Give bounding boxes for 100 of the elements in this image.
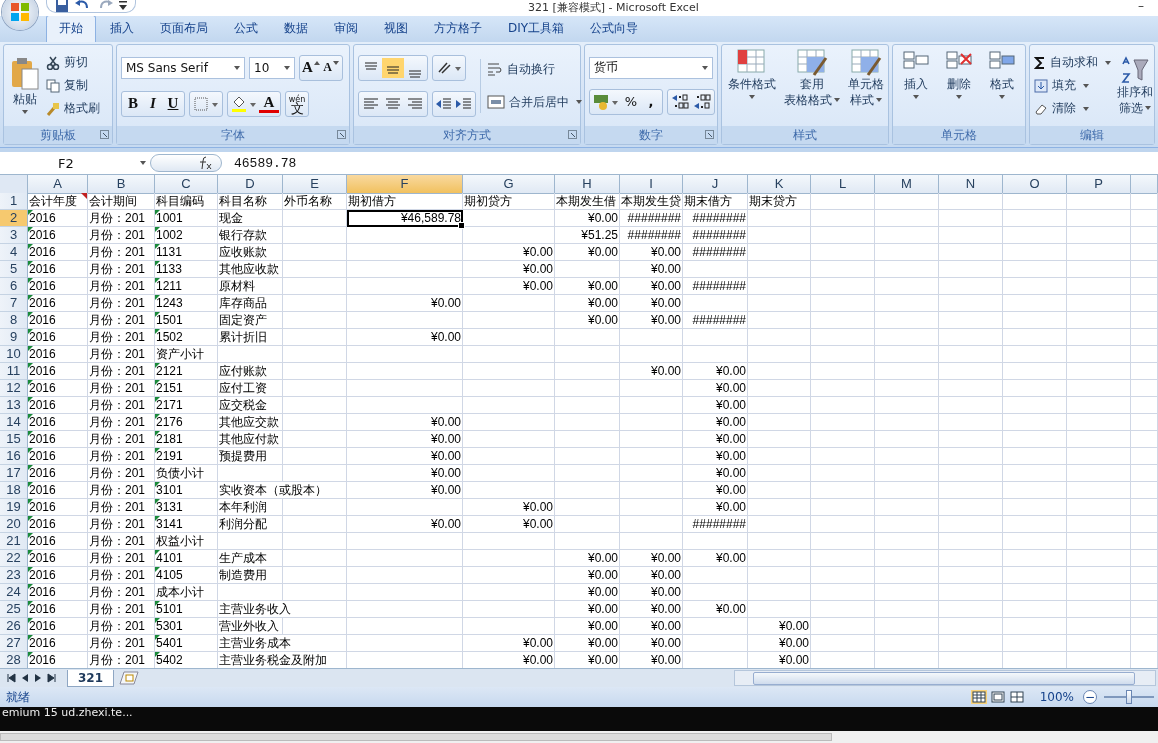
row-header[interactable]: 21 — [0, 533, 28, 550]
column-header[interactable]: C — [155, 175, 218, 194]
ribbon-tab[interactable]: 方方格子 — [422, 16, 494, 42]
row-header[interactable]: 16 — [0, 448, 28, 465]
row-header[interactable]: 6 — [0, 278, 28, 295]
dialog-launcher-icon[interactable] — [568, 130, 577, 139]
column-header[interactable]: L — [811, 175, 875, 194]
row-header[interactable]: 19 — [0, 499, 28, 516]
row-header[interactable]: 17 — [0, 465, 28, 482]
column-header[interactable]: H — [555, 175, 620, 194]
row-header[interactable]: 4 — [0, 244, 28, 261]
column-header[interactable]: K — [748, 175, 811, 194]
name-box[interactable]: F2 — [0, 155, 150, 171]
column-header[interactable]: I — [620, 175, 683, 194]
view-mode-icon[interactable] — [970, 690, 987, 704]
column-header[interactable]: J — [683, 175, 748, 194]
ribbon-tab[interactable]: 页面布局 — [148, 16, 220, 42]
cells-button[interactable]: 删除 — [941, 48, 977, 99]
insert-sheet-icon[interactable] — [118, 671, 141, 685]
row-header[interactable]: 20 — [0, 516, 28, 533]
merge-center-button[interactable]: 合并后居中 — [487, 91, 582, 113]
column-header[interactable]: B — [88, 175, 155, 194]
underline-button[interactable]: U — [163, 92, 183, 115]
dialog-launcher-icon[interactable] — [100, 130, 109, 139]
bold-button[interactable]: B — [123, 92, 143, 115]
row-header[interactable]: 13 — [0, 397, 28, 414]
row-header[interactable]: 11 — [0, 363, 28, 380]
column-header[interactable]: M — [875, 175, 939, 194]
clear-button[interactable]: 清除 — [1034, 98, 1111, 119]
style-button[interactable]: 条件格式 — [726, 48, 778, 99]
dialog-launcher-icon[interactable] — [705, 130, 714, 139]
row-header[interactable]: 22 — [0, 550, 28, 567]
format-painter-button[interactable]: 格式刷 — [46, 98, 100, 119]
ribbon-tab[interactable]: 审阅 — [322, 16, 370, 42]
view-mode-icon[interactable] — [989, 690, 1006, 704]
ribbon-tab[interactable]: 公式 — [222, 16, 270, 42]
row-header[interactable]: 28 — [0, 652, 28, 668]
customize-caret-icon[interactable] — [119, 0, 127, 11]
italic-button[interactable]: I — [143, 92, 163, 115]
row-header[interactable]: 18 — [0, 482, 28, 499]
minimize-button[interactable]: – — [1138, 0, 1144, 13]
ribbon-tab[interactable]: 视图 — [372, 16, 420, 42]
style-button[interactable]: 单元格 样式 — [846, 48, 886, 108]
cut-button[interactable]: 剪切 — [46, 52, 100, 73]
phonetic-button[interactable]: wén 文 — [287, 92, 307, 115]
row-header[interactable]: 25 — [0, 601, 28, 618]
ribbon-tab[interactable]: 开始 — [46, 15, 96, 42]
vertical-align-icon[interactable] — [382, 57, 404, 78]
next-sheet-icon[interactable] — [34, 673, 42, 683]
horizontal-scrollbar[interactable] — [734, 670, 1156, 686]
formula-input[interactable]: 46589.78 — [234, 155, 297, 171]
previous-sheet-icon[interactable] — [21, 673, 29, 683]
horizontal-scrollbar[interactable] — [0, 731, 1158, 743]
cells-button[interactable]: 格式 — [983, 48, 1020, 99]
column-header[interactable]: N — [939, 175, 1003, 194]
row-header[interactable]: 3 — [0, 227, 28, 244]
row-header[interactable]: 27 — [0, 635, 28, 652]
zoom-level[interactable]: 100% — [1039, 690, 1074, 704]
row-header[interactable]: 5 — [0, 261, 28, 278]
row-header[interactable]: 10 — [0, 346, 28, 363]
column-header[interactable]: P — [1067, 175, 1131, 194]
save-icon[interactable] — [55, 0, 69, 12]
row-header[interactable]: 26 — [0, 618, 28, 635]
zoom-slider-thumb[interactable] — [1126, 690, 1132, 704]
row-header[interactable]: 9 — [0, 329, 28, 346]
copy-button[interactable]: 复制 — [46, 75, 100, 96]
font-family-dropdown[interactable]: MS Sans Serif — [121, 56, 245, 79]
row-header[interactable]: 12 — [0, 380, 28, 397]
comma-style-button[interactable]: , — [641, 90, 661, 113]
row-header[interactable]: 7 — [0, 295, 28, 312]
fill-handle[interactable] — [458, 222, 465, 229]
zoom-out-button[interactable]: − — [1083, 690, 1097, 704]
column-header[interactable]: F — [347, 175, 463, 194]
shrink-font-button[interactable]: A — [321, 56, 341, 79]
percent-button[interactable]: % — [621, 90, 641, 113]
row-header[interactable]: 1 — [0, 193, 28, 210]
row-header[interactable]: 23 — [0, 567, 28, 584]
row-header[interactable]: 14 — [0, 414, 28, 431]
first-sheet-icon[interactable] — [6, 673, 16, 683]
ribbon-tab[interactable]: 公式向导 — [578, 16, 651, 42]
column-header[interactable]: O — [1003, 175, 1067, 194]
ribbon-tab[interactable]: DIY工具箱 — [496, 16, 577, 42]
fill-button[interactable]: 填充 — [1034, 75, 1111, 96]
font-size-dropdown[interactable]: 10 — [249, 56, 295, 79]
row-header[interactable]: 2 — [0, 210, 28, 227]
style-button[interactable]: 套用 表格格式 — [782, 48, 842, 108]
sheet-tab[interactable]: 321 — [67, 669, 115, 687]
autosum-button[interactable]: 自动求和 — [1034, 52, 1111, 73]
office-button[interactable] — [2, 0, 38, 30]
column-header[interactable]: A — [28, 175, 88, 194]
view-mode-icon[interactable] — [1008, 690, 1025, 704]
column-header[interactable]: D — [218, 175, 283, 194]
grow-font-button[interactable]: A — [301, 56, 321, 79]
last-sheet-icon[interactable] — [47, 673, 57, 683]
wrap-text-button[interactable]: 自动换行 — [487, 58, 582, 80]
ribbon-tab[interactable]: 数据 — [272, 16, 320, 42]
column-header[interactable]: E — [283, 175, 347, 194]
dialog-launcher-icon[interactable] — [337, 130, 346, 139]
cells-button[interactable]: 插入 — [898, 48, 935, 99]
sort-filter-button[interactable]: 排序和 筛选 — [1115, 55, 1155, 116]
